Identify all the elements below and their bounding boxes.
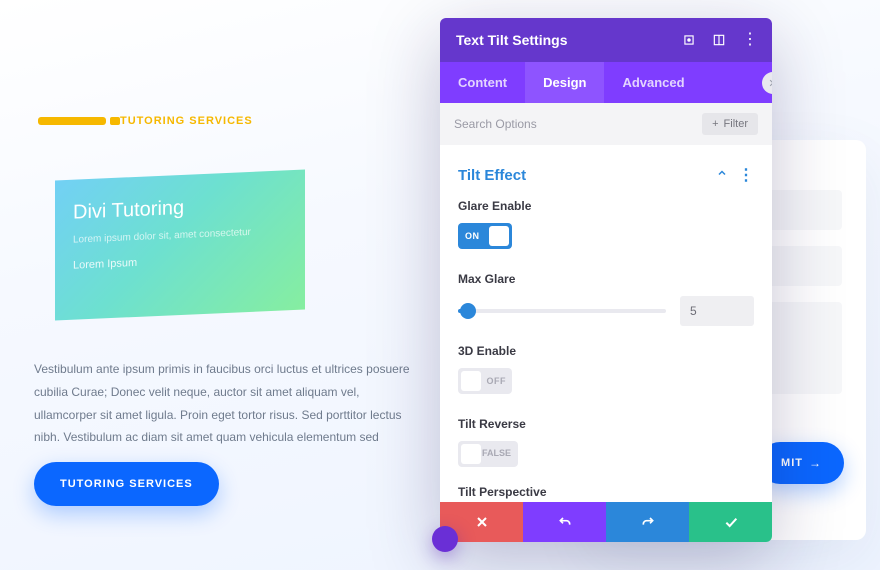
kebab-icon[interactable]: ⋮: [742, 33, 756, 47]
toggle-tilt-reverse[interactable]: FALSE: [458, 441, 518, 467]
tilt-preview-title: Divi Tutoring: [73, 192, 287, 224]
drag-handle-orb[interactable]: [432, 526, 458, 552]
toggle-knob: [461, 444, 481, 464]
section-header[interactable]: Tilt Effect ⋮: [458, 157, 754, 199]
field-tilt-perspective: Tilt Perspective 1000: [458, 485, 754, 502]
label-tilt-perspective: Tilt Perspective: [458, 485, 754, 499]
field-glare-enable: Glare Enable ON: [458, 199, 754, 254]
tutoring-services-button[interactable]: TUTORING SERVICES: [34, 462, 219, 506]
eyebrow: TUTORING SERVICES: [38, 115, 253, 127]
undo-button[interactable]: [523, 502, 606, 542]
label-max-glare: Max Glare: [458, 272, 754, 286]
close-icon[interactable]: ✕: [762, 72, 772, 94]
toggle-3d-enable-state: OFF: [487, 376, 507, 386]
filter-button[interactable]: + Filter: [702, 113, 758, 135]
section-title: Tilt Effect: [458, 167, 526, 184]
panel-title: Text Tilt Settings: [456, 32, 568, 48]
filter-button-label: Filter: [724, 118, 748, 130]
panel-footer: [440, 502, 772, 542]
label-tilt-reverse: Tilt Reverse: [458, 417, 754, 431]
tab-design[interactable]: Design: [525, 62, 604, 103]
panel-body[interactable]: Tilt Effect ⋮ Glare Enable ON Max Glare: [440, 145, 772, 502]
plus-icon: +: [712, 118, 718, 130]
field-tilt-reverse: Tilt Reverse FALSE: [458, 417, 754, 467]
panel-header[interactable]: Text Tilt Settings ⋮: [440, 18, 772, 62]
toggle-knob: [489, 226, 509, 246]
redo-button[interactable]: [606, 502, 689, 542]
label-glare-enable: Glare Enable: [458, 199, 754, 213]
toggle-tilt-reverse-state: FALSE: [482, 448, 511, 458]
section-kebab-icon[interactable]: ⋮: [738, 165, 754, 185]
value-max-glare[interactable]: 5: [680, 296, 754, 326]
tilt-preview-link[interactable]: Lorem Ipsum: [73, 250, 287, 271]
search-row: Search Options + Filter: [440, 103, 772, 145]
eyebrow-text: TUTORING SERVICES: [120, 115, 253, 127]
snap-icon[interactable]: [712, 33, 726, 47]
field-3d-enable: 3D Enable OFF: [458, 344, 754, 399]
tilt-preview-subtitle: Lorem ipsum dolor sit, amet consectetur: [73, 225, 287, 245]
tab-content[interactable]: Content: [440, 62, 525, 103]
slider-max-glare[interactable]: [458, 299, 666, 323]
field-max-glare: Max Glare 5: [458, 272, 754, 326]
label-3d-enable: 3D Enable: [458, 344, 754, 358]
toggle-glare-enable-state: ON: [465, 231, 480, 241]
toggle-knob: [461, 371, 481, 391]
panel-tabs: Content Design Advanced ✕: [440, 62, 772, 103]
chevron-up-icon[interactable]: [716, 166, 728, 184]
tilt-preview-card: Divi Tutoring Lorem ipsum dolor sit, ame…: [55, 170, 305, 321]
body-copy: Vestibulum ante ipsum primis in faucibus…: [34, 358, 424, 449]
slider-thumb[interactable]: [460, 303, 476, 319]
submit-button-label: MIT: [781, 457, 803, 469]
toggle-glare-enable[interactable]: ON: [458, 223, 512, 249]
save-button[interactable]: [689, 502, 772, 542]
expand-icon[interactable]: [682, 33, 696, 47]
search-input[interactable]: Search Options: [454, 117, 537, 131]
toggle-3d-enable[interactable]: OFF: [458, 368, 512, 394]
arrow-right-icon: →: [809, 456, 822, 470]
settings-panel: Text Tilt Settings ⋮ Content Design Adva…: [440, 18, 772, 542]
tab-advanced[interactable]: Advanced: [604, 62, 702, 103]
eyebrow-accent-bar: [38, 117, 106, 125]
